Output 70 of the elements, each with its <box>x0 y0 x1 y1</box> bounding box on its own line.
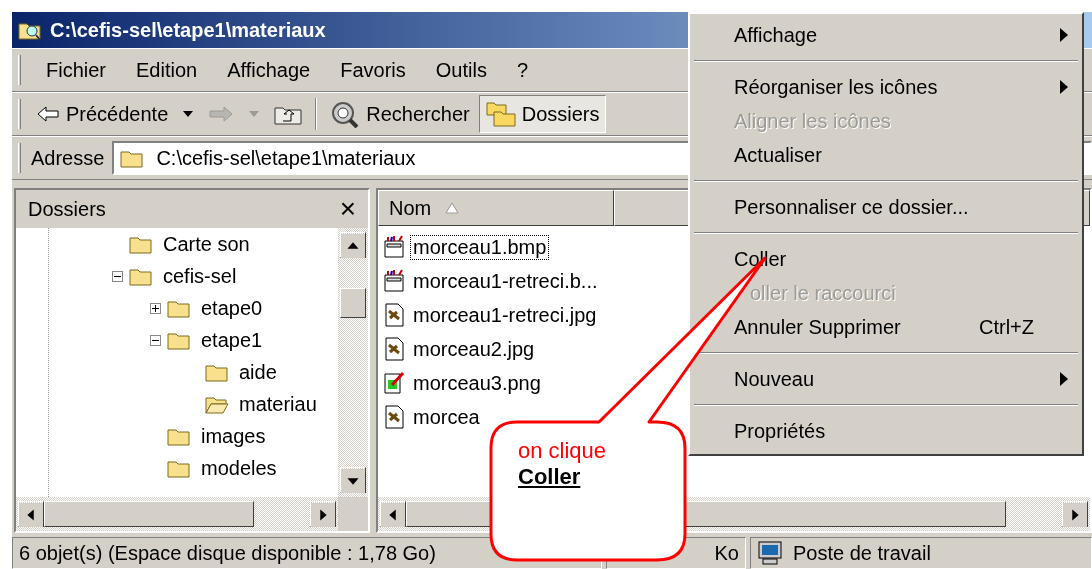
file-name[interactable]: morceau1.bmp <box>410 234 550 260</box>
address-label: Adresse <box>31 146 106 170</box>
scroll-down-arrow-icon <box>340 467 366 493</box>
image-file-icon <box>382 337 406 361</box>
search-icon <box>330 100 361 128</box>
scroll-left-arrow-icon <box>18 501 44 527</box>
dropdown-caret-icon <box>183 111 194 117</box>
tree-item[interactable]: etape1 <box>201 328 263 352</box>
scroll-up-arrow-icon <box>340 232 366 258</box>
window-title: C:\cefis-sel\etape1\materiaux <box>50 18 326 42</box>
close-button[interactable]: × <box>339 195 356 223</box>
computer-icon <box>757 541 783 565</box>
submenu-arrow-icon <box>1060 28 1068 42</box>
paint-file-icon <box>382 269 406 293</box>
file-name[interactable]: morcea <box>410 404 483 430</box>
menu-item[interactable]: Réorganiser les icônes <box>690 70 1082 104</box>
status-text: 6 objet(s) (Espace disque disponible : 1,78 Go) <box>19 541 436 565</box>
submenu-arrow-icon <box>1060 80 1068 94</box>
tree-item[interactable]: images <box>201 424 266 448</box>
image-pencil-file-icon <box>382 371 406 395</box>
scroll-thumb[interactable] <box>340 288 366 318</box>
sort-up-triangle-icon <box>445 202 460 214</box>
toolbar-grip <box>18 55 21 85</box>
tree-item[interactable]: materiau <box>239 392 317 416</box>
callout-text: on clique <box>518 438 607 464</box>
folders-icon <box>485 101 516 127</box>
tree-item[interactable]: cefis-sel <box>163 264 237 288</box>
back-button[interactable]: Précédente <box>29 95 176 133</box>
tree-item[interactable]: Carte son <box>163 232 250 256</box>
file-name[interactable]: morceau1-retreci.jpg <box>410 302 600 328</box>
toolbar-grip <box>18 143 21 173</box>
status-text: Poste de travail <box>793 541 931 565</box>
paint-file-icon <box>382 235 406 259</box>
menu-item[interactable]: Actualiser <box>690 138 1082 172</box>
folders-button[interactable]: Dossiers <box>478 95 607 133</box>
image-file-icon <box>382 303 406 327</box>
pane-title: Dossiers <box>28 197 106 221</box>
scroll-right-arrow-icon <box>1062 501 1088 527</box>
file-name[interactable]: morceau1-retreci.b... <box>410 268 601 294</box>
right-arrow-icon <box>208 105 235 123</box>
search-button[interactable]: Rechercher <box>323 95 477 133</box>
menu-item[interactable]: Outils <box>424 58 498 82</box>
vertical-scrollbar[interactable] <box>338 228 368 497</box>
menu-item[interactable]: Favoris <box>329 58 417 82</box>
file-name[interactable]: morceau2.jpg <box>410 336 538 362</box>
status-text: Ko <box>714 541 739 565</box>
image-file-icon <box>382 405 406 429</box>
left-arrow-icon <box>36 105 60 123</box>
tree-item[interactable]: aide <box>239 360 277 384</box>
tree-item[interactable]: etape0 <box>201 296 263 320</box>
menu-item[interactable]: Annuler Supprimer Ctrl+Z <box>690 310 1082 344</box>
scroll-left-arrow-icon <box>380 501 406 527</box>
menu-item[interactable]: Affichage <box>216 58 322 82</box>
menu-item[interactable]: Personnaliser ce dossier... <box>690 190 1082 224</box>
scroll-right-arrow-icon <box>310 501 336 527</box>
toolbar-grip <box>18 99 21 129</box>
callout-text: Coller <box>518 464 582 490</box>
menu-item[interactable]: Fichier <box>35 58 117 82</box>
dropdown-caret-icon <box>249 111 260 117</box>
file-name[interactable]: morceau3.png <box>410 370 544 396</box>
submenu-arrow-icon <box>1060 372 1068 386</box>
menu-item[interactable]: Propriétés <box>690 414 1082 448</box>
menu-item[interactable]: Nouveau <box>690 362 1082 396</box>
menu-item[interactable]: ? <box>505 58 540 82</box>
menu-item[interactable]: Affichage <box>690 18 1082 52</box>
tree-item[interactable]: modeles <box>201 456 277 480</box>
scroll-thumb[interactable] <box>44 501 254 527</box>
horizontal-scrollbar[interactable] <box>16 497 338 531</box>
column-header[interactable]: Nom <box>378 190 614 226</box>
menu-item[interactable]: Edition <box>125 58 209 82</box>
